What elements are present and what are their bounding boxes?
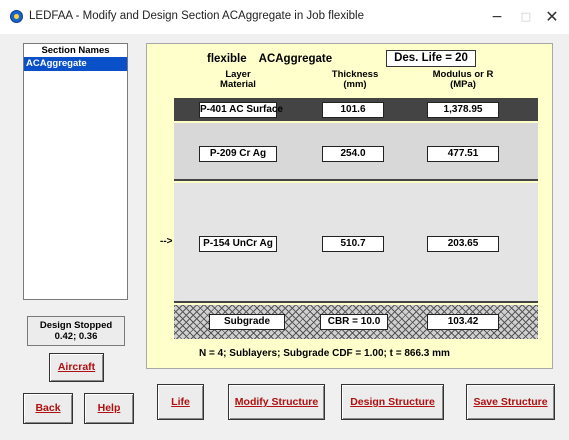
structure-title: flexible ACAggregate <box>207 53 332 65</box>
thickness-column-header: Thickness (mm) <box>315 70 395 90</box>
title-bar: LEDFAA - Modify and Design Section ACAgg… <box>0 0 569 34</box>
section-name: ACAggregate <box>258 53 333 65</box>
subgrade-cbr[interactable]: CBR = 10.0 <box>320 314 388 330</box>
minimize-button[interactable]: − <box>482 6 512 28</box>
structure-summary: N = 4; Sublayers; Subgrade CDF = 1.00; t… <box>199 348 450 359</box>
modify-structure-button[interactable]: Modify Structure <box>228 384 325 420</box>
modulus-column-header: Modulus or R (MPa) <box>418 70 508 90</box>
layer-1-material[interactable]: P-401 AC Surface <box>199 102 283 118</box>
design-structure-button[interactable]: Design Structure <box>341 384 444 420</box>
layer-3-material[interactable]: P-154 UnCr Ag <box>199 236 277 252</box>
subgrade-material[interactable]: Subgrade <box>209 314 285 330</box>
save-structure-button[interactable]: Save Structure <box>466 384 555 420</box>
layer-2-material[interactable]: P-209 Cr Ag <box>199 146 277 162</box>
layer-1-modulus[interactable]: 1,378.95 <box>427 102 499 118</box>
app-icon <box>10 10 23 23</box>
section-item-acaggregate[interactable]: ACAggregate <box>24 57 127 71</box>
layer-2-modulus[interactable]: 477.51 <box>427 146 499 162</box>
layer-3-modulus[interactable]: 203.65 <box>427 236 499 252</box>
design-life-field: Des. Life = 20 <box>386 50 476 67</box>
modulus-header-line2: (MPa) <box>450 79 476 90</box>
current-layer-arrow: --> <box>160 236 173 247</box>
job-name: flexible <box>207 53 247 65</box>
material-header-line2: Material <box>220 79 256 90</box>
thickness-header-line2: (mm) <box>343 79 367 90</box>
layer-3-thickness[interactable]: 510.7 <box>322 236 384 252</box>
aircraft-button[interactable]: Aircraft <box>49 353 104 382</box>
design-status: Design Stopped 0.42; 0.36 <box>27 316 125 346</box>
life-button[interactable]: Life <box>157 384 204 420</box>
layer-2-thickness[interactable]: 254.0 <box>322 146 384 162</box>
layer-1-thickness[interactable]: 101.6 <box>322 102 384 118</box>
design-status-label: Design Stopped <box>39 320 113 331</box>
section-names-list[interactable]: Section Names ACAggregate <box>23 43 128 300</box>
back-button[interactable]: Back <box>23 393 73 424</box>
window-title: LEDFAA - Modify and Design Section ACAgg… <box>29 10 364 22</box>
close-button[interactable]: ✕ <box>537 6 567 28</box>
help-button[interactable]: Help <box>84 393 134 424</box>
material-column-header: Layer Material <box>198 70 278 90</box>
subgrade-modulus[interactable]: 103.42 <box>427 314 499 330</box>
section-names-header: Section Names <box>41 45 110 56</box>
design-status-values: 0.42; 0.36 <box>54 331 98 342</box>
